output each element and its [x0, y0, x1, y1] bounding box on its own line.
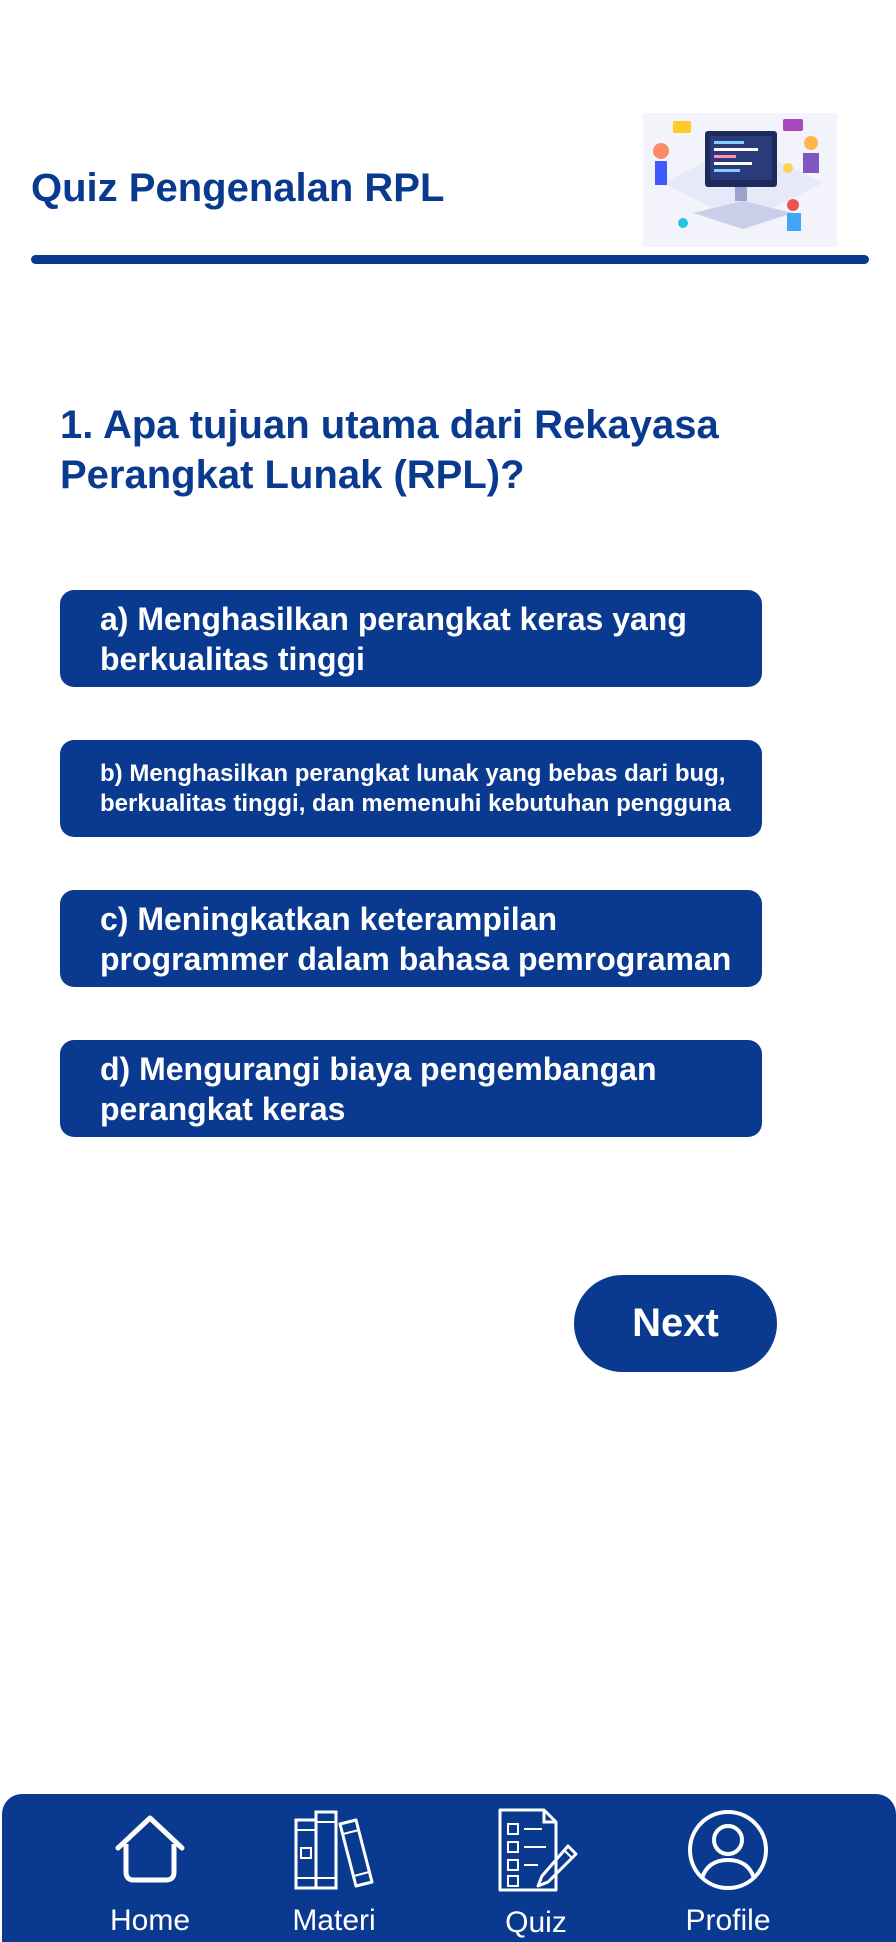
- books-icon: [294, 1810, 374, 1890]
- answer-option-a[interactable]: a) Menghasilkan perangkat keras yang ber…: [60, 590, 762, 687]
- page-title: Quiz Pengenalan RPL: [31, 166, 445, 210]
- answer-option-c[interactable]: c) Meningkatkan keterampilan programmer …: [60, 890, 762, 987]
- home-icon: [115, 1815, 185, 1883]
- nav-item-label: Materi: [292, 1904, 376, 1937]
- header-divider: [31, 255, 869, 264]
- next-button[interactable]: Next: [574, 1275, 777, 1372]
- quiz-checklist-icon: [498, 1808, 578, 1892]
- answer-option-b[interactable]: b) Menghasilkan perangkat lunak yang beb…: [60, 740, 762, 837]
- profile-icon: [688, 1810, 768, 1890]
- bottom-navigation: Home Materi Quiz Profile: [2, 1794, 896, 1942]
- programming-illustration: [643, 113, 837, 247]
- answer-option-label: c) Meningkatkan keterampilan programmer …: [100, 900, 732, 977]
- question-text: 1. Apa tujuan utama dari Rekayasa Perang…: [60, 403, 719, 497]
- nav-item-profile[interactable]: Profile: [648, 1794, 808, 1942]
- answer-option-label: d) Mengurangi biaya pengembangan perangk…: [100, 1050, 657, 1127]
- nav-item-label: Quiz: [505, 1906, 567, 1939]
- answer-option-d[interactable]: d) Mengurangi biaya pengembangan perangk…: [60, 1040, 762, 1137]
- nav-item-label: Home: [109, 1904, 191, 1937]
- nav-item-home[interactable]: Home: [70, 1794, 230, 1942]
- nav-item-label: Profile: [685, 1904, 771, 1937]
- nav-item-materi[interactable]: Materi: [254, 1794, 414, 1942]
- answer-option-label: a) Menghasilkan perangkat keras yang ber…: [100, 600, 687, 677]
- nav-item-quiz[interactable]: Quiz: [456, 1794, 616, 1942]
- answer-option-label: b) Menghasilkan perangkat lunak yang beb…: [100, 759, 731, 817]
